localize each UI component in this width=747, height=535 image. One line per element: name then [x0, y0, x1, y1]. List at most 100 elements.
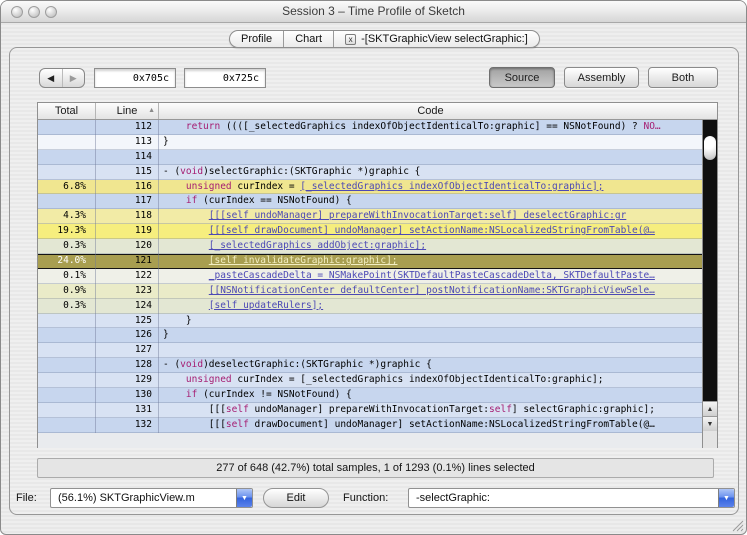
vertical-scrollbar: ▲ ▼: [702, 120, 717, 448]
row-total-percent: [38, 417, 96, 433]
code-link[interactable]: [_selectedGraphics addObject:graphic];: [209, 240, 426, 251]
row-code: _pasteCascadeDelta = NSMakePoint(SKTDefa…: [159, 269, 702, 284]
table-row[interactable]: 19.3% 119 [[[self drawDocument] undoManag…: [38, 224, 702, 240]
scrollbar-track[interactable]: [703, 120, 717, 401]
table-row[interactable]: 0.9% 123 [[NSNotificationCenter defaultCe…: [38, 283, 702, 299]
row-code: unsigned curIndex = [_selectedGraphics i…: [159, 373, 702, 388]
code-link[interactable]: [[NSNotificationCenter defaultCenter] po…: [209, 285, 655, 296]
file-popup[interactable]: (56.1%) SKTGraphicView.m ▼: [50, 488, 253, 508]
column-header-code[interactable]: Code: [159, 103, 702, 119]
file-popup-value: (56.1%) SKTGraphicView.m: [58, 492, 195, 504]
table-row[interactable]: 115- (void)selectGraphic:(SKTGraphic *)g…: [38, 164, 702, 180]
tab-chart[interactable]: Chart: [284, 31, 335, 47]
table-row[interactable]: 113}: [38, 134, 702, 150]
row-total-percent: [38, 134, 96, 150]
app-window: Session 3 – Time Profile of Sketch Profi…: [0, 0, 747, 535]
code-link[interactable]: [_selectedGraphics indexOfObjectIdentica…: [300, 181, 603, 192]
history-nav-control[interactable]: ◀ ▶: [39, 68, 85, 88]
function-popup[interactable]: -selectGraphic: ▼: [408, 488, 735, 508]
table-row[interactable]: 130 if (curIndex != NSNotFound) {: [38, 388, 702, 403]
table-row[interactable]: 131 [[[self undoManager] prepareWithInvo…: [38, 402, 702, 418]
table-row[interactable]: 117 if (curIndex == NSNotFound) {: [38, 194, 702, 210]
resize-grip[interactable]: [730, 518, 744, 532]
table-row[interactable]: 4.3% 118 [[[self undoManager] prepareWith…: [38, 209, 702, 225]
row-code: [[[self undoManager] prepareWithInvocati…: [159, 209, 702, 224]
tab-selected-function[interactable]: x -[SKTGraphicView selectGraphic:]: [334, 31, 539, 47]
row-line-number: 112: [96, 120, 159, 135]
row-total-percent: 0.3%: [38, 239, 96, 255]
back-arrow-icon[interactable]: ◀: [40, 69, 63, 87]
row-code: - (void)selectGraphic:(SKTGraphic *)grap…: [159, 165, 702, 180]
code-link[interactable]: [[[self drawDocument] undoManager] setAc…: [209, 225, 655, 236]
row-code: [self invalidateGraphic:graphic];: [159, 254, 702, 269]
source-view-button[interactable]: Source: [489, 67, 555, 88]
address-end-field[interactable]: [184, 68, 266, 88]
tab-strip: Profile Chart x -[SKTGraphicView selectG…: [229, 30, 540, 48]
scroll-up-icon: ▲: [706, 405, 714, 413]
scrollbar-thumb[interactable]: [704, 136, 716, 160]
function-popup-arrow-icon[interactable]: ▼: [718, 489, 734, 507]
table-row[interactable]: 0.3% 120 [_selectedGraphics addObject:gra…: [38, 239, 702, 255]
row-line-number: 132: [96, 417, 159, 433]
assembly-view-button[interactable]: Assembly: [564, 67, 639, 88]
code-table-body-rows: 112 return ((([_selectedGraphics indexOf…: [38, 120, 702, 433]
row-total-percent: [38, 328, 96, 344]
code-text: }: [163, 314, 192, 326]
code-keyword: self: [225, 403, 249, 415]
row-code: if (curIndex == NSNotFound) {: [159, 194, 702, 209]
table-row[interactable]: 126}: [38, 328, 702, 344]
row-code: [self updateRulers];: [159, 299, 702, 314]
both-view-button[interactable]: Both: [648, 67, 718, 88]
row-line-number: 131: [96, 402, 159, 418]
code-text: - (: [163, 359, 181, 371]
table-row-selected[interactable]: 24.0% 121 [self invalidateGraphic:graphic…: [38, 254, 702, 269]
table-row[interactable]: 132 [[[self drawDocument] undoManager] s…: [38, 417, 702, 433]
scroll-down-button[interactable]: ▼: [703, 416, 717, 431]
table-empty-area: [38, 432, 702, 448]
code-text: }: [163, 135, 169, 147]
code-text: )deselectGraphic:(SKTGraphic *)graphic {: [203, 359, 432, 371]
table-row[interactable]: 127: [38, 343, 702, 359]
table-row[interactable]: 125 }: [38, 313, 702, 329]
address-start-field[interactable]: [94, 68, 176, 88]
code-text: - (: [163, 165, 181, 177]
code-keyword: self: [225, 418, 249, 430]
tab-profile[interactable]: Profile: [230, 31, 285, 47]
column-header-line[interactable]: Line ▲: [96, 103, 159, 119]
row-line-number: 114: [96, 149, 159, 165]
close-tab-icon[interactable]: x: [345, 33, 357, 45]
row-total-percent: [38, 358, 96, 374]
scroll-up-button[interactable]: ▲: [703, 401, 717, 416]
table-row[interactable]: 128- (void)deselectGraphic:(SKTGraphic *…: [38, 358, 702, 374]
title-bar: Session 3 – Time Profile of Sketch: [1, 1, 746, 23]
code-keyword: unsigned: [185, 374, 232, 386]
edit-button[interactable]: Edit: [263, 488, 329, 508]
row-total-percent: [38, 313, 96, 329]
code-link[interactable]: _pasteCascadeDelta = NSMakePoint(SKTDefa…: [209, 270, 655, 281]
scrollbar-header-corner: [702, 103, 717, 119]
code-text: }: [163, 329, 169, 341]
table-header: Total Line ▲ Code: [38, 103, 717, 120]
table-row[interactable]: 0.3% 124 [self updateRulers];: [38, 298, 702, 314]
row-code: [159, 150, 702, 165]
sort-ascending-icon: ▲: [148, 107, 155, 114]
table-row[interactable]: 6.8% 116 unsigned curIndex = [_selectedGr…: [38, 179, 702, 195]
table-row[interactable]: 0.1% 122 _pasteCascadeDelta = NSMakePoint…: [38, 268, 702, 284]
column-header-total[interactable]: Total: [38, 103, 96, 119]
code-link[interactable]: [self updateRulers];: [209, 300, 323, 311]
table-row[interactable]: 112 return ((([_selectedGraphics indexOf…: [38, 120, 702, 135]
code-text: ((([_selectedGraphics indexOfObjectIdent…: [220, 121, 644, 132]
table-row[interactable]: 114: [38, 149, 702, 165]
file-popup-arrow-icon[interactable]: ▼: [236, 489, 252, 507]
code-link[interactable]: [[[self undoManager] prepareWithInvocati…: [209, 210, 627, 221]
row-total-percent: [38, 402, 96, 418]
code-link[interactable]: [self invalidateGraphic:graphic];: [209, 255, 398, 266]
row-code: return ((([_selectedGraphics indexOfObje…: [159, 120, 702, 135]
row-total-percent: [38, 164, 96, 180]
row-code: [[[self drawDocument] undoManager] setAc…: [159, 418, 702, 433]
table-row[interactable]: 129 unsigned curIndex = [_selectedGraphi…: [38, 373, 702, 389]
forward-arrow-icon[interactable]: ▶: [63, 69, 85, 87]
